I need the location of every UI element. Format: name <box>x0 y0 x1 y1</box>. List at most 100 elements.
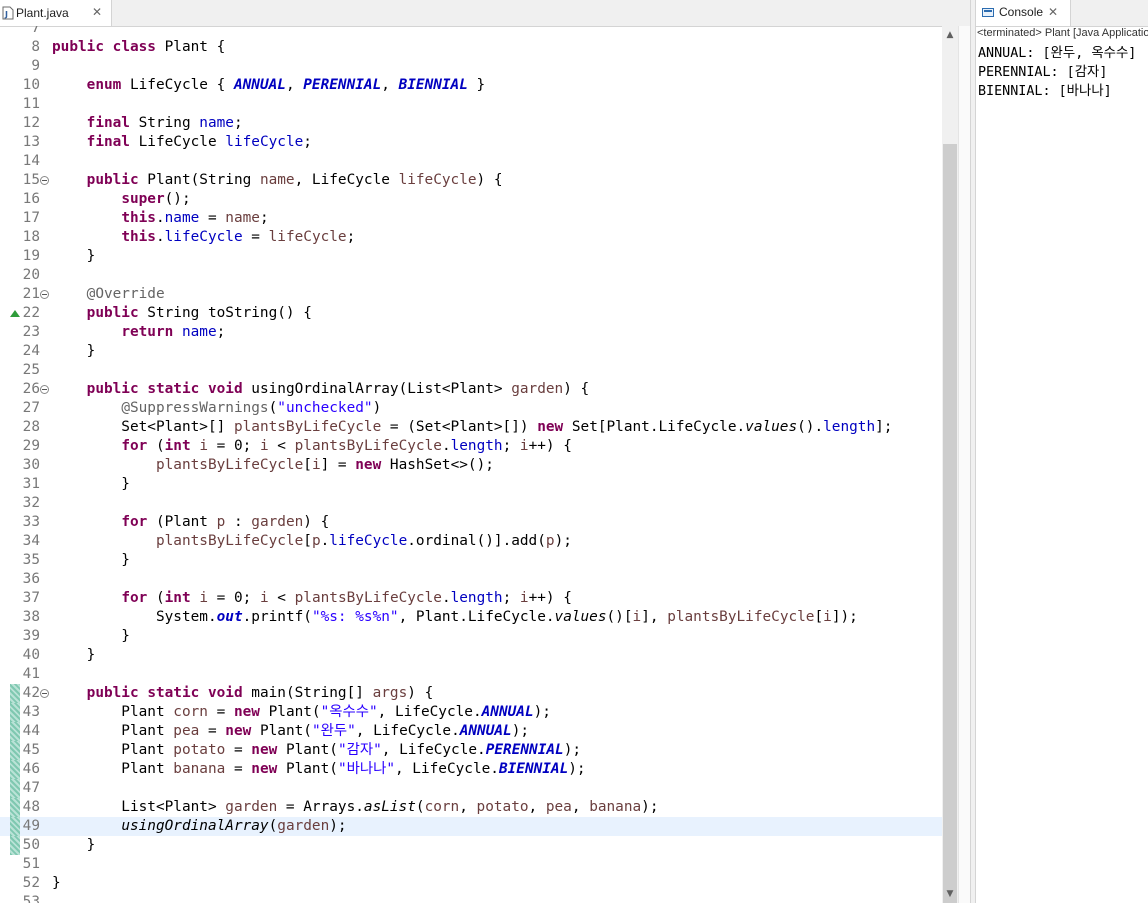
code-text[interactable]: } <box>52 627 130 646</box>
code-text[interactable]: System.out.printf("%s: %s%n", Plant.Life… <box>52 608 858 627</box>
code-line[interactable]: 33 for (Plant p : garden) { <box>0 513 942 532</box>
code-line[interactable]: 39 } <box>0 627 942 646</box>
code-area[interactable]: 7 8 public class Plant {9 10 enum LifeCycle… <box>0 26 942 903</box>
code-line[interactable]: 36 <box>0 570 942 589</box>
code-text[interactable]: return name; <box>52 323 225 342</box>
code-line[interactable]: 31 } <box>0 475 942 494</box>
code-text[interactable]: @Override <box>52 285 165 304</box>
code-line[interactable]: 18 this.lifeCycle = lifeCycle; <box>0 228 942 247</box>
code-line[interactable]: 45 Plant potato = new Plant("감자", LifeCy… <box>0 741 942 760</box>
code-line[interactable]: 24 } <box>0 342 942 361</box>
code-line[interactable]: 10 enum LifeCycle { ANNUAL, PERENNIAL, B… <box>0 76 942 95</box>
code-line[interactable]: 15 public Plant(String name, LifeCycle l… <box>0 171 942 190</box>
code-line[interactable]: 38 System.out.printf("%s: %s%n", Plant.L… <box>0 608 942 627</box>
line-number: 17 <box>22 210 40 226</box>
tab-console[interactable]: Console ✕ <box>976 0 1071 26</box>
code-line[interactable]: 16 super(); <box>0 190 942 209</box>
code-line[interactable]: 50 } <box>0 836 942 855</box>
code-line[interactable]: 49 usingOrdinalArray(garden); <box>0 817 942 836</box>
code-line[interactable]: 7 <box>0 26 942 38</box>
code-line[interactable]: 53 <box>0 893 942 903</box>
code-text[interactable]: Set<Plant>[] plantsByLifeCycle = (Set<Pl… <box>52 418 892 437</box>
code-text[interactable]: final LifeCycle lifeCycle; <box>52 133 312 152</box>
code-text[interactable]: @SuppressWarnings("unchecked") <box>52 399 381 418</box>
code-text[interactable]: enum LifeCycle { ANNUAL, PERENNIAL, BIEN… <box>52 76 486 95</box>
fold-toggle-icon[interactable] <box>40 290 49 299</box>
code-line[interactable]: 26 public static void usingOrdinalArray(… <box>0 380 942 399</box>
fold-toggle-icon[interactable] <box>40 689 49 698</box>
scrollbar-thumb[interactable] <box>943 144 957 903</box>
code-text[interactable]: Plant corn = new Plant("옥수수", LifeCycle.… <box>52 703 551 722</box>
editor-scrollbar[interactable]: ▲ ▼ <box>942 26 958 903</box>
code-line[interactable]: 47 <box>0 779 942 798</box>
code-text[interactable]: for (int i = 0; i < plantsByLifeCycle.le… <box>52 437 572 456</box>
code-line[interactable]: 51 <box>0 855 942 874</box>
code-line[interactable]: 28 Set<Plant>[] plantsByLifeCycle = (Set… <box>0 418 942 437</box>
code-text[interactable]: public String toString() { <box>52 304 312 323</box>
code-line[interactable]: 19 } <box>0 247 942 266</box>
fold-toggle-icon[interactable] <box>40 385 49 394</box>
code-line[interactable]: 40 } <box>0 646 942 665</box>
code-text[interactable]: Plant banana = new Plant("바나나", LifeCycl… <box>52 760 585 779</box>
code-text[interactable]: List<Plant> garden = Arrays.asList(corn,… <box>52 798 658 817</box>
code-text[interactable]: } <box>52 247 96 266</box>
code-line[interactable]: 30 plantsByLifeCycle[i] = new HashSet<>(… <box>0 456 942 475</box>
code-text[interactable]: for (Plant p : garden) { <box>52 513 329 532</box>
code-line[interactable]: 9 <box>0 57 942 76</box>
scroll-up-icon[interactable]: ▲ <box>942 26 958 42</box>
tab-plant-java[interactable]: J Plant.java ✕ <box>0 0 112 26</box>
code-line[interactable]: 48 List<Plant> garden = Arrays.asList(co… <box>0 798 942 817</box>
code-text[interactable]: plantsByLifeCycle[p.lifeCycle.ordinal()]… <box>52 532 572 551</box>
code-line[interactable]: 17 this.name = name; <box>0 209 942 228</box>
code-line[interactable]: 44 Plant pea = new Plant("완두", LifeCycle… <box>0 722 942 741</box>
code-text[interactable]: public static void usingOrdinalArray(Lis… <box>52 380 590 399</box>
code-line[interactable]: 22 public String toString() { <box>0 304 942 323</box>
code-line[interactable]: 46 Plant banana = new Plant("바나나", LifeC… <box>0 760 942 779</box>
close-icon[interactable]: ✕ <box>92 5 102 19</box>
code-line[interactable]: 37 for (int i = 0; i < plantsByLifeCycle… <box>0 589 942 608</box>
code-line[interactable]: 35 } <box>0 551 942 570</box>
code-text[interactable]: Plant pea = new Plant("완두", LifeCycle.AN… <box>52 722 529 741</box>
fold-toggle-icon[interactable] <box>40 176 49 185</box>
code-line[interactable]: 27 @SuppressWarnings("unchecked") <box>0 399 942 418</box>
code-line[interactable]: 14 <box>0 152 942 171</box>
code-text[interactable]: } <box>52 551 130 570</box>
code-text[interactable]: } <box>52 475 130 494</box>
line-number: 47 <box>22 780 40 796</box>
code-line[interactable]: 8 public class Plant { <box>0 38 942 57</box>
code-text[interactable]: super(); <box>52 190 190 209</box>
code-line[interactable]: 52} <box>0 874 942 893</box>
code-line[interactable]: 12 final String name; <box>0 114 942 133</box>
code-text[interactable]: public Plant(String name, LifeCycle life… <box>52 171 503 190</box>
code-text[interactable]: this.name = name; <box>52 209 268 228</box>
code-line[interactable]: 21 @Override <box>0 285 942 304</box>
code-line[interactable]: 43 Plant corn = new Plant("옥수수", LifeCyc… <box>0 703 942 722</box>
code-line[interactable]: 25 <box>0 361 942 380</box>
code-line[interactable]: 13 final LifeCycle lifeCycle; <box>0 133 942 152</box>
code-text[interactable]: plantsByLifeCycle[i] = new HashSet<>(); <box>52 456 494 475</box>
code-line[interactable]: 29 for (int i = 0; i < plantsByLifeCycle… <box>0 437 942 456</box>
code-line[interactable]: 41 <box>0 665 942 684</box>
close-icon[interactable]: ✕ <box>1048 5 1058 19</box>
code-line[interactable]: 42 public static void main(String[] args… <box>0 684 942 703</box>
code-text[interactable]: public class Plant { <box>52 38 225 57</box>
code-text[interactable]: public static void main(String[] args) { <box>52 684 434 703</box>
code-text[interactable]: } <box>52 646 96 665</box>
code-text[interactable]: final String name; <box>52 114 243 133</box>
code-text[interactable]: Plant potato = new Plant("감자", LifeCycle… <box>52 741 581 760</box>
code-text[interactable]: } <box>52 874 61 893</box>
code-editor[interactable]: J Plant.java ✕ 7 8 public class Plant {9 10… <box>0 0 970 903</box>
overview-ruler[interactable] <box>958 26 970 903</box>
override-marker-icon[interactable] <box>10 310 20 317</box>
code-text[interactable]: for (int i = 0; i < plantsByLifeCycle.le… <box>52 589 572 608</box>
code-text[interactable]: } <box>52 342 96 361</box>
code-text[interactable]: usingOrdinalArray(garden); <box>52 817 346 836</box>
scroll-down-icon[interactable]: ▼ <box>942 887 958 903</box>
code-line[interactable]: 23 return name; <box>0 323 942 342</box>
code-text[interactable]: } <box>52 836 96 855</box>
code-text[interactable]: this.lifeCycle = lifeCycle; <box>52 228 355 247</box>
code-line[interactable]: 32 <box>0 494 942 513</box>
code-line[interactable]: 20 <box>0 266 942 285</box>
code-line[interactable]: 11 <box>0 95 942 114</box>
code-line[interactable]: 34 plantsByLifeCycle[p.lifeCycle.ordinal… <box>0 532 942 551</box>
